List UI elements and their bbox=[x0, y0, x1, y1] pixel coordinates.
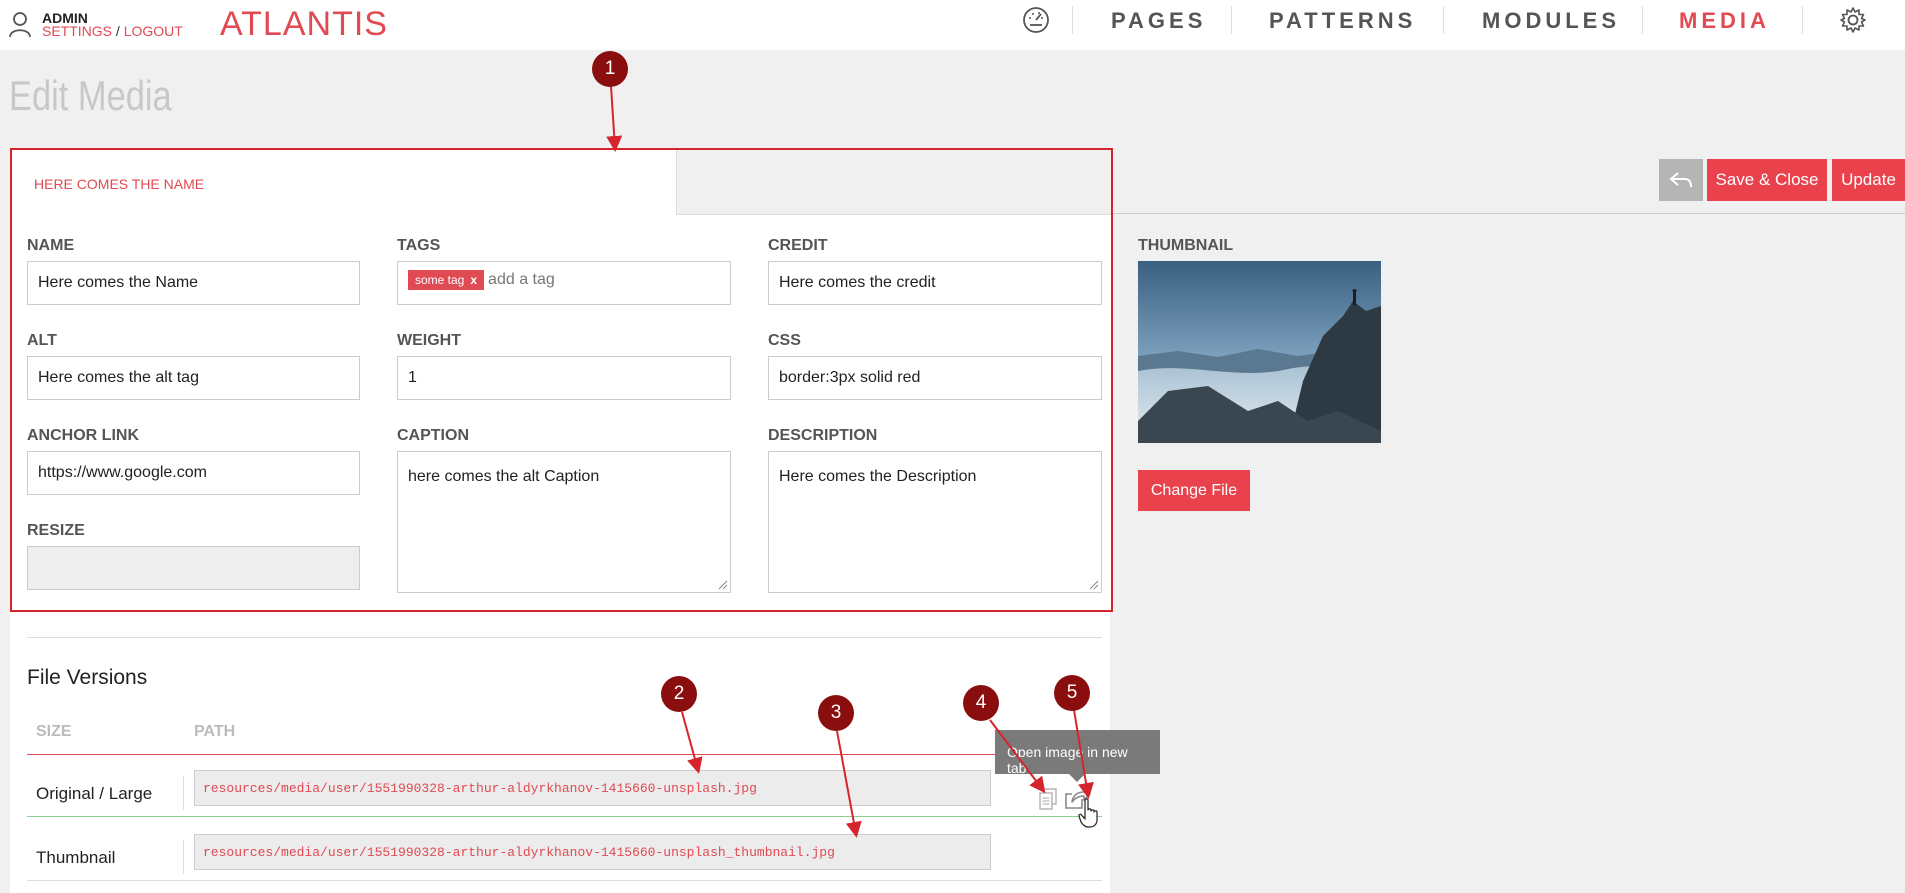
nav-patterns[interactable]: PATTERNS bbox=[1269, 8, 1416, 34]
copy-icon[interactable] bbox=[1038, 788, 1058, 810]
description-text: Here comes the Description bbox=[779, 468, 977, 485]
user-icon bbox=[9, 12, 31, 38]
tab-bar-empty bbox=[677, 150, 1111, 215]
nav-pages[interactable]: PAGES bbox=[1111, 8, 1206, 34]
alt-label: ALT bbox=[27, 332, 57, 349]
change-file-button[interactable]: Change File bbox=[1138, 470, 1250, 511]
credit-label: CREDIT bbox=[768, 237, 828, 254]
update-button[interactable]: Update bbox=[1832, 159, 1905, 201]
tooltip: Open image in new tab bbox=[995, 730, 1160, 776]
nav-modules[interactable]: MODULES bbox=[1482, 8, 1620, 34]
toolbar-divider bbox=[1113, 213, 1905, 214]
column-header-path: PATH bbox=[194, 723, 236, 740]
thumbnail-label: THUMBNAIL bbox=[1138, 237, 1234, 254]
file-versions-title: File Versions bbox=[27, 666, 148, 689]
tag-text: some tag bbox=[415, 273, 465, 287]
weight-label: WEIGHT bbox=[397, 332, 461, 349]
credit-input[interactable]: Here comes the credit bbox=[768, 261, 1102, 305]
caption-label: CAPTION bbox=[397, 427, 469, 444]
row-size-original: Original / Large bbox=[36, 784, 153, 803]
annotation-marker-2: 2 bbox=[661, 676, 697, 712]
resize-input bbox=[27, 546, 360, 590]
tab-media-name[interactable]: HERE COMES THE NAME bbox=[12, 150, 677, 215]
resize-grip-icon[interactable] bbox=[718, 580, 728, 590]
path-field-thumbnail[interactable]: resources/media/user/1551990328-arthur-a… bbox=[194, 834, 991, 870]
resize-label: RESIZE bbox=[27, 522, 85, 539]
column-header-size: SIZE bbox=[36, 723, 72, 740]
description-textarea[interactable]: Here comes the Description bbox=[768, 451, 1102, 593]
tooltip-arrow bbox=[1069, 774, 1085, 782]
top-bar: ADMIN SETTINGS / LOGOUT ATLANTIS PAGES P… bbox=[0, 0, 1905, 50]
row-divider bbox=[183, 776, 184, 810]
path-field-original[interactable]: resources/media/user/1551990328-arthur-a… bbox=[194, 770, 991, 806]
row-separator bbox=[27, 880, 1102, 881]
row-size-thumbnail: Thumbnail bbox=[36, 848, 116, 867]
nav-divider bbox=[1231, 6, 1232, 34]
anchor-link-label: ANCHOR LINK bbox=[27, 427, 139, 444]
tag-chip: some tag x bbox=[408, 270, 485, 290]
tags-input[interactable]: some tag x add a tag bbox=[397, 261, 731, 305]
dashboard-icon[interactable] bbox=[1022, 6, 1050, 34]
nav-divider bbox=[1642, 6, 1643, 34]
back-button[interactable] bbox=[1659, 159, 1703, 201]
settings-link[interactable]: SETTINGS bbox=[42, 23, 112, 39]
tag-remove-button[interactable]: x bbox=[470, 273, 477, 287]
nav-divider bbox=[1802, 6, 1803, 34]
logout-link[interactable]: LOGOUT bbox=[124, 23, 183, 39]
tags-label: TAGS bbox=[397, 237, 441, 254]
alt-input[interactable]: Here comes the alt tag bbox=[27, 356, 360, 400]
save-close-button[interactable]: Save & Close bbox=[1707, 159, 1827, 201]
resize-grip-icon[interactable] bbox=[1089, 580, 1099, 590]
table-header-line bbox=[27, 754, 1102, 755]
nav-media[interactable]: MEDIA bbox=[1679, 8, 1770, 34]
row-divider bbox=[183, 840, 184, 874]
section-divider bbox=[27, 637, 1102, 638]
name-label: NAME bbox=[27, 237, 75, 254]
name-input[interactable]: Here comes the Name bbox=[27, 261, 360, 305]
thumbnail-image bbox=[1138, 261, 1381, 443]
weight-input[interactable]: 1 bbox=[397, 356, 731, 400]
row-separator bbox=[27, 816, 1102, 817]
anchor-link-input[interactable]: https://www.google.com bbox=[27, 451, 360, 495]
css-label: CSS bbox=[768, 332, 801, 349]
link-separator: / bbox=[115, 23, 120, 39]
account-links: SETTINGS / LOGOUT bbox=[42, 23, 183, 39]
page-title: Edit Media bbox=[9, 72, 172, 119]
description-label: DESCRIPTION bbox=[768, 427, 878, 444]
caption-textarea[interactable]: here comes the alt Caption bbox=[397, 451, 731, 593]
annotation-marker-4: 4 bbox=[963, 685, 999, 721]
tab-label: HERE COMES THE NAME bbox=[34, 176, 205, 192]
annotation-marker-3: 3 bbox=[818, 695, 854, 731]
nav-divider bbox=[1072, 6, 1073, 34]
tag-placeholder[interactable]: add a tag bbox=[488, 271, 555, 288]
gear-icon[interactable] bbox=[1839, 6, 1867, 34]
caption-text: here comes the alt Caption bbox=[408, 468, 600, 485]
annotation-marker-1: 1 bbox=[592, 51, 628, 87]
brand-logo[interactable]: ATLANTIS bbox=[220, 5, 388, 44]
hand-cursor-icon bbox=[1078, 798, 1098, 828]
css-input[interactable]: border:3px solid red bbox=[768, 356, 1102, 400]
nav-divider bbox=[1443, 6, 1444, 34]
reply-arrow-icon bbox=[1669, 172, 1692, 188]
annotation-marker-5: 5 bbox=[1054, 675, 1090, 711]
